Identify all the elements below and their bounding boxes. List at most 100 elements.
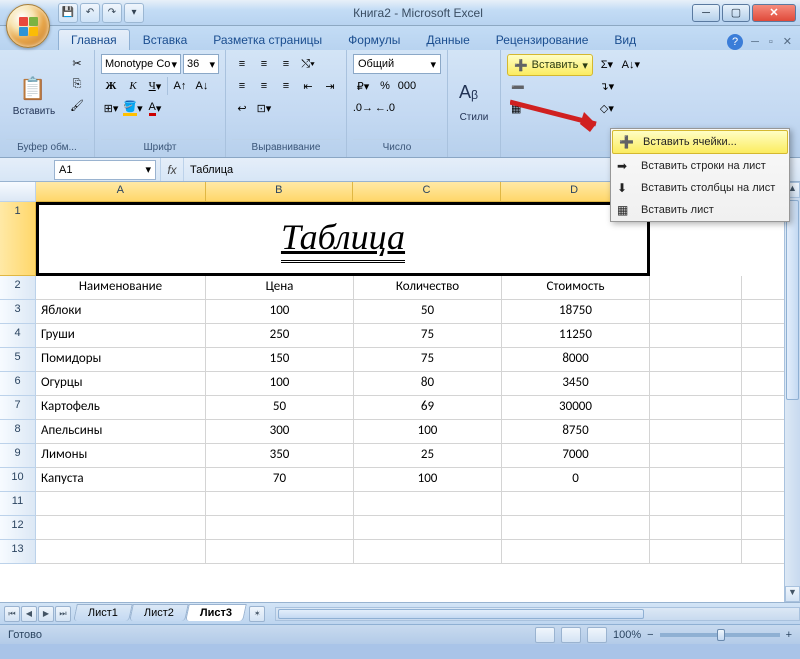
row-header-8[interactable]: 8 (0, 420, 36, 444)
underline-button[interactable]: Ч▾ (145, 76, 165, 96)
cell[interactable]: Наименование (36, 276, 206, 300)
column-header-C[interactable]: C (353, 182, 501, 202)
tab-view[interactable]: Вид (601, 29, 649, 50)
tab-formulas[interactable]: Формулы (335, 29, 413, 50)
cell[interactable] (650, 324, 742, 348)
delete-cells-button[interactable]: ➖ (507, 78, 593, 97)
cell[interactable] (650, 516, 742, 540)
fill-color-button[interactable]: 🪣▾ (123, 98, 143, 118)
tab-data[interactable]: Данные (413, 29, 482, 50)
cell[interactable] (650, 444, 742, 468)
column-header-B[interactable]: B (206, 182, 354, 202)
align-bottom-button[interactable]: ≡ (276, 54, 296, 74)
grow-font-button[interactable]: A↑ (170, 76, 190, 96)
menu-insert-cells[interactable]: ➕ Вставить ячейки... (612, 130, 788, 154)
cell[interactable]: 250 (206, 324, 354, 348)
cell[interactable]: 80 (354, 372, 502, 396)
cell[interactable]: Огурцы (36, 372, 206, 396)
qat-redo-button[interactable]: ↷ (102, 3, 122, 23)
cell[interactable] (742, 540, 786, 564)
bold-button[interactable]: Ж (101, 76, 121, 96)
page-break-view-button[interactable] (587, 627, 607, 643)
cell[interactable]: 100 (354, 468, 502, 492)
merged-title-cell[interactable]: Таблица (36, 202, 650, 276)
fx-button[interactable]: fx (160, 158, 184, 181)
cell[interactable] (354, 516, 502, 540)
cell[interactable] (742, 300, 786, 324)
minimize-button[interactable]: ─ (692, 4, 720, 22)
close-button[interactable]: ✕ (752, 4, 796, 22)
cell[interactable]: 100 (206, 300, 354, 324)
sheet-nav-first[interactable]: ⏮ (4, 606, 20, 622)
cut-button[interactable]: ✂ (66, 54, 88, 73)
cell[interactable] (650, 348, 742, 372)
row-header-11[interactable]: 11 (0, 492, 36, 516)
paste-button[interactable]: 📋 Вставить (6, 54, 62, 139)
tab-insert[interactable]: Вставка (130, 29, 201, 50)
zoom-thumb[interactable] (717, 629, 725, 641)
align-middle-button[interactable]: ≡ (254, 54, 274, 74)
format-painter-button[interactable]: 🖌 (66, 96, 88, 115)
cell[interactable] (36, 492, 206, 516)
cell[interactable]: 7000 (502, 444, 650, 468)
zoom-slider[interactable] (660, 633, 780, 637)
normal-view-button[interactable] (535, 627, 555, 643)
cell[interactable] (354, 540, 502, 564)
row-header-10[interactable]: 10 (0, 468, 36, 492)
minimize-ribbon-icon[interactable]: ─ (749, 34, 761, 50)
cell[interactable] (206, 516, 354, 540)
name-box[interactable]: A1▾ (54, 160, 156, 180)
sheet-tab-1[interactable]: Лист1 (73, 604, 133, 621)
percent-button[interactable]: % (375, 76, 395, 96)
row-header-3[interactable]: 3 (0, 300, 36, 324)
sheet-tab-2[interactable]: Лист2 (129, 604, 189, 621)
increase-decimal-button[interactable]: .0→ (353, 98, 373, 118)
borders-button[interactable]: ⊞▾ (101, 98, 121, 118)
menu-insert-sheet[interactable]: ▦ Вставить лист (611, 199, 789, 221)
row-header-7[interactable]: 7 (0, 396, 36, 420)
copy-button[interactable]: ⎘ (66, 75, 88, 94)
tab-review[interactable]: Рецензирование (483, 29, 602, 50)
qat-save-button[interactable]: 💾 (58, 3, 78, 23)
cell[interactable]: Апельсины (36, 420, 206, 444)
cell[interactable] (650, 276, 742, 300)
sort-filter-button[interactable]: A↓▾ (621, 54, 641, 74)
qat-customize-button[interactable]: ▾ (124, 3, 144, 23)
cell-styles-button[interactable]: Aᵦ Стили (454, 54, 494, 150)
cell[interactable] (742, 276, 786, 300)
cell[interactable] (650, 468, 742, 492)
cell[interactable]: Помидоры (36, 348, 206, 372)
cell[interactable]: 50 (206, 396, 354, 420)
cell[interactable]: 100 (354, 420, 502, 444)
tab-page-layout[interactable]: Разметка страницы (200, 29, 335, 50)
cell[interactable] (742, 468, 786, 492)
menu-insert-columns[interactable]: ⬇ Вставить столбцы на лист (611, 177, 789, 199)
tab-home[interactable]: Главная (58, 29, 130, 50)
cell[interactable]: 100 (206, 372, 354, 396)
fill-button[interactable]: ↴▾ (597, 76, 617, 96)
decrease-indent-button[interactable]: ⇤ (298, 76, 318, 96)
cell[interactable]: Цена (206, 276, 354, 300)
cell[interactable]: 25 (354, 444, 502, 468)
cell[interactable] (742, 372, 786, 396)
cell[interactable]: Яблоки (36, 300, 206, 324)
scroll-thumb[interactable] (786, 200, 799, 400)
cell[interactable] (502, 492, 650, 516)
currency-button[interactable]: ₽▾ (353, 76, 373, 96)
autosum-button[interactable]: Σ▾ (597, 54, 617, 74)
horizontal-scrollbar[interactable] (275, 607, 800, 621)
decrease-decimal-button[interactable]: ←.0 (375, 98, 395, 118)
cell[interactable] (742, 492, 786, 516)
font-color-button[interactable]: A▾ (145, 98, 165, 118)
cell[interactable] (742, 444, 786, 468)
cell[interactable]: 18750 (502, 300, 650, 324)
cell[interactable]: 11250 (502, 324, 650, 348)
italic-button[interactable]: К (123, 76, 143, 96)
comma-button[interactable]: 000 (397, 76, 417, 96)
cell[interactable] (206, 540, 354, 564)
close-workbook-icon[interactable]: ✕ (781, 33, 794, 50)
row-header-12[interactable]: 12 (0, 516, 36, 540)
cell[interactable] (742, 516, 786, 540)
insert-cells-button[interactable]: ➕ Вставить ▾ (507, 54, 593, 76)
sheet-nav-last[interactable]: ⏭ (55, 606, 71, 622)
